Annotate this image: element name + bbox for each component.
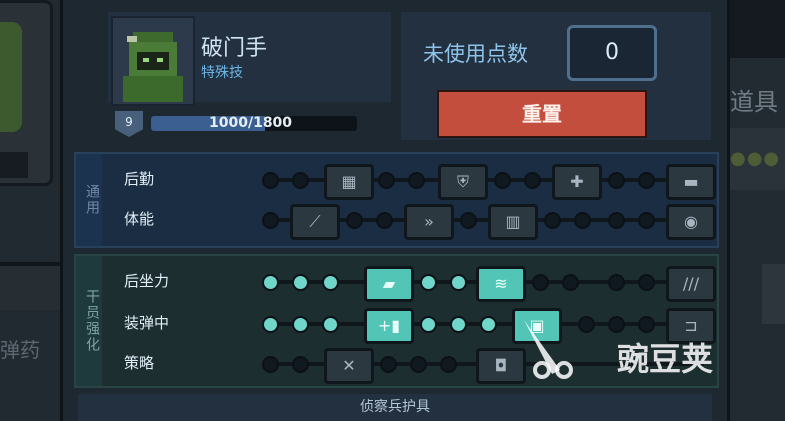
- tools-icon[interactable]: ✕: [324, 348, 374, 384]
- skill-node[interactable]: [408, 172, 425, 189]
- skill-node[interactable]: [292, 172, 309, 189]
- right-top-tile: [728, 0, 785, 58]
- armor-plus-icon[interactable]: ⛨: [438, 164, 488, 200]
- skill-node[interactable]: [480, 316, 497, 333]
- skill-node[interactable]: [532, 274, 549, 291]
- grenade-icon[interactable]: ◉: [666, 204, 716, 240]
- skill-node[interactable]: [262, 316, 279, 333]
- skill-node[interactable]: [450, 274, 467, 291]
- equipment-footer-label[interactable]: 侦察兵护具: [78, 394, 712, 421]
- operator-name: 破门手: [201, 36, 268, 61]
- soldier-sprite-left: [0, 22, 22, 132]
- right-background-panel: 道具 ●●●: [722, 0, 785, 421]
- skill-node[interactable]: [638, 274, 655, 291]
- body-armor-icon[interactable]: ▥: [488, 204, 538, 240]
- operator-portrait: [111, 16, 195, 106]
- stock-icon[interactable]: ///: [666, 266, 716, 302]
- skill-node[interactable]: [494, 172, 511, 189]
- left-card-bar: [0, 152, 28, 178]
- skill-node[interactable]: [638, 172, 655, 189]
- skill-node[interactable]: [322, 274, 339, 291]
- reset-button[interactable]: 重置: [437, 90, 647, 138]
- skill-node[interactable]: [346, 212, 363, 229]
- section-general: 通用 后勤 ▦ ⛨ ✚ ▬ 体能 ⟋ » ▥ ◉: [74, 152, 719, 248]
- skill-node[interactable]: [376, 212, 393, 229]
- level-badge: 9: [115, 111, 143, 137]
- skill-node[interactable]: [608, 172, 625, 189]
- medkit-icon[interactable]: ✚: [552, 164, 602, 200]
- skill-node[interactable]: [608, 212, 625, 229]
- barrel-icon[interactable]: ≋: [476, 266, 526, 302]
- xp-text: 1000/1800: [209, 115, 293, 131]
- skill-node[interactable]: [608, 316, 625, 333]
- watermark-logo-icon: [524, 320, 573, 379]
- skill-node[interactable]: [574, 212, 591, 229]
- operator-class: 特殊技: [201, 65, 243, 81]
- sprint-icon[interactable]: »: [404, 204, 454, 240]
- skill-node[interactable]: [638, 316, 655, 333]
- weapon-sprite: [0, 262, 62, 310]
- row-label-logistics: 后勤: [124, 170, 155, 188]
- ammo-label: 弹药: [0, 338, 40, 362]
- skill-node[interactable]: [440, 356, 457, 373]
- section-tab-general: 通用: [76, 154, 102, 246]
- items-label: 道具: [730, 88, 778, 116]
- skill-node[interactable]: [608, 274, 625, 291]
- skill-node[interactable]: [544, 212, 561, 229]
- mag-plus-icon[interactable]: +▮: [364, 308, 414, 344]
- supply-crate-icon[interactable]: ▬: [666, 164, 716, 200]
- skill-node[interactable]: [524, 172, 541, 189]
- skill-node[interactable]: [262, 212, 279, 229]
- skill-node[interactable]: [450, 316, 467, 333]
- skill-node[interactable]: [262, 274, 279, 291]
- unused-points-label: 未使用点数: [423, 42, 528, 66]
- skill-node[interactable]: [292, 316, 309, 333]
- grip-icon[interactable]: ▰: [364, 266, 414, 302]
- row-label-stamina: 体能: [124, 210, 155, 228]
- grenade-icon: ●●●: [730, 148, 781, 169]
- scroll-right-arrow-icon[interactable]: [762, 264, 785, 324]
- ammo-belt-icon[interactable]: ▦: [324, 164, 374, 200]
- left-background-card: 弹药: [0, 0, 62, 421]
- skill-node[interactable]: [262, 356, 279, 373]
- skill-node[interactable]: [378, 172, 395, 189]
- skill-node[interactable]: [262, 172, 279, 189]
- row-label-recoil: 后坐力: [124, 272, 170, 290]
- skill-node[interactable]: [322, 316, 339, 333]
- skill-node[interactable]: [420, 316, 437, 333]
- skill-node[interactable]: [292, 356, 309, 373]
- unused-points-value: 0: [567, 25, 657, 81]
- skill-node[interactable]: [292, 274, 309, 291]
- row-label-strategy: 策略: [124, 354, 155, 372]
- skill-node[interactable]: [460, 212, 477, 229]
- knife-icon[interactable]: ⟋: [290, 204, 340, 240]
- skill-node[interactable]: [410, 356, 427, 373]
- skill-node[interactable]: [562, 274, 579, 291]
- row-label-reloading: 装弹中: [124, 314, 170, 332]
- skill-node[interactable]: [638, 212, 655, 229]
- skill-node[interactable]: [420, 274, 437, 291]
- section-tab-enhancement: 干员强化: [76, 256, 102, 386]
- watermark-text: 豌豆荚: [617, 340, 714, 378]
- skill-node[interactable]: [380, 356, 397, 373]
